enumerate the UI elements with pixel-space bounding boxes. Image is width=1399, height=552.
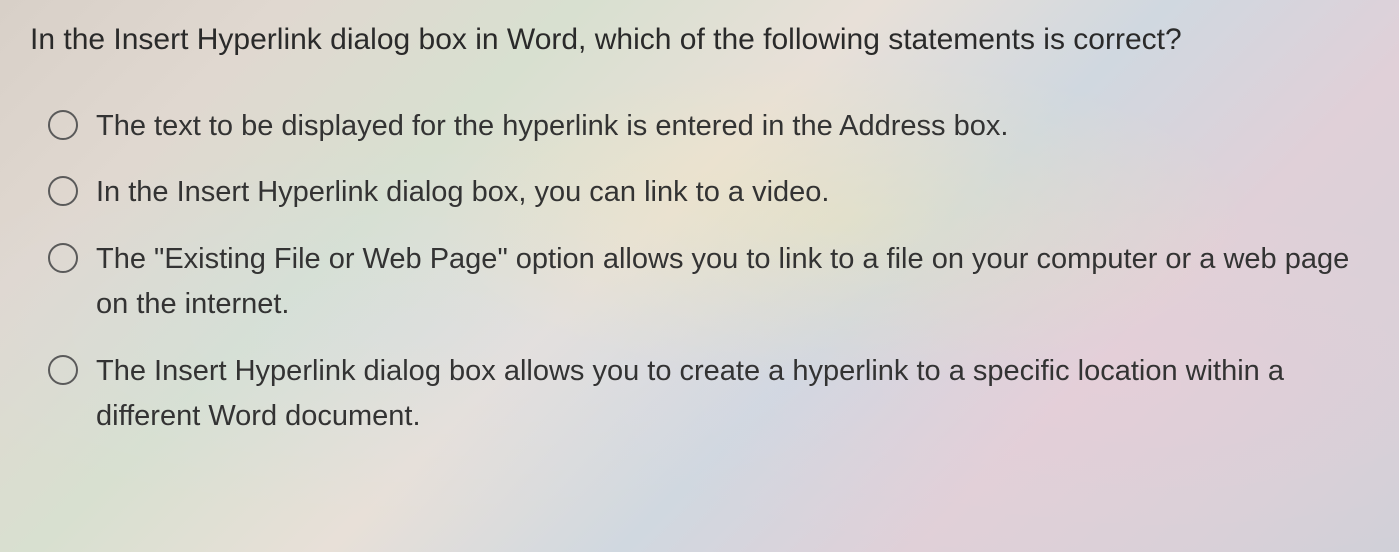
radio-icon[interactable] xyxy=(48,176,78,206)
option-3-text: The "Existing File or Web Page" option a… xyxy=(96,237,1369,327)
option-1[interactable]: The text to be displayed for the hyperli… xyxy=(48,104,1369,149)
option-1-text: The text to be displayed for the hyperli… xyxy=(96,104,1369,149)
option-2[interactable]: In the Insert Hyperlink dialog box, you … xyxy=(48,170,1369,215)
option-3[interactable]: The "Existing File or Web Page" option a… xyxy=(48,237,1369,327)
radio-icon[interactable] xyxy=(48,110,78,140)
radio-icon[interactable] xyxy=(48,355,78,385)
option-4[interactable]: The Insert Hyperlink dialog box allows y… xyxy=(48,349,1369,439)
radio-icon[interactable] xyxy=(48,243,78,273)
option-2-text: In the Insert Hyperlink dialog box, you … xyxy=(96,170,1369,215)
option-4-text: The Insert Hyperlink dialog box allows y… xyxy=(96,349,1369,439)
options-group: The text to be displayed for the hyperli… xyxy=(30,104,1369,440)
question-stem: In the Insert Hyperlink dialog box in Wo… xyxy=(30,18,1369,62)
